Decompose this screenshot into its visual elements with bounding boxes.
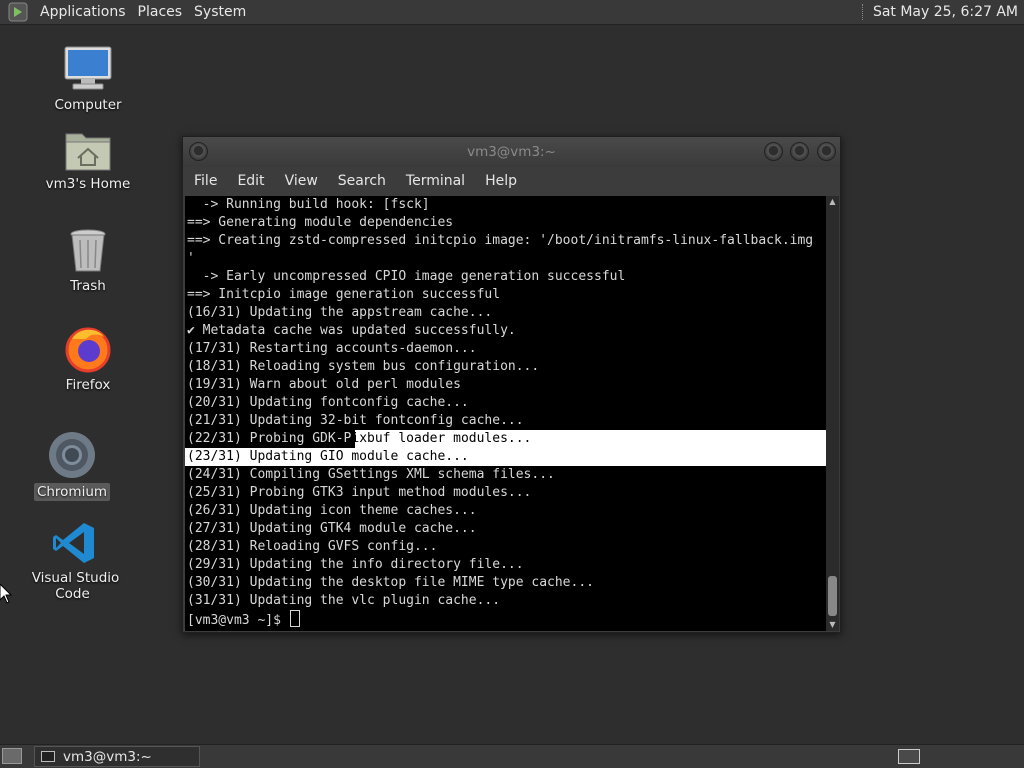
terminal-line: (16/31) Updating the appstream cache... <box>187 305 493 320</box>
desktop-icon-trash[interactable]: Trash <box>38 228 138 294</box>
menu-edit[interactable]: Edit <box>227 173 274 189</box>
scroll-up-arrow-icon[interactable]: ▲ <box>826 196 839 208</box>
computer-icon <box>64 46 112 90</box>
terminal-line: (25/31) Probing GTK3 input method module… <box>187 485 532 500</box>
bottom-panel: vm3@vm3:~ <box>0 744 1024 768</box>
vscode-icon <box>53 523 94 563</box>
taskbar-item-terminal[interactable]: vm3@vm3:~ <box>34 746 200 767</box>
maximize-button[interactable] <box>790 142 809 161</box>
system-menu[interactable]: System <box>188 4 252 20</box>
terminal-line: (26/31) Updating icon theme caches... <box>187 503 477 518</box>
terminal-line: ==> Creating zstd-compressed initcpio im… <box>187 233 814 248</box>
distro-logo-icon[interactable] <box>8 2 28 22</box>
places-menu[interactable]: Places <box>132 4 189 20</box>
terminal-line: ==> Generating module dependencies <box>187 215 454 230</box>
terminal-line: (17/31) Restarting accounts-daemon... <box>187 341 477 356</box>
terminal-line: (22/31) Probing GDK-Pixbuf loader module… <box>187 430 531 448</box>
terminal-line: (23/31) Updating GIO module cache... <box>187 449 469 464</box>
window-title: vm3@vm3:~ <box>467 144 556 160</box>
menu-terminal[interactable]: Terminal <box>396 173 475 189</box>
terminal-line-selected: ixbuf loader modules... <box>351 431 532 446</box>
clock[interactable]: Sat May 25, 6:27 AM <box>873 4 1018 20</box>
text-cursor <box>289 610 300 627</box>
mouse-pointer-icon <box>0 584 12 604</box>
terminal-line: ' <box>187 251 195 266</box>
menu-search[interactable]: Search <box>328 173 396 189</box>
scrollbar-thumb[interactable] <box>828 576 837 616</box>
terminal-line: (19/31) Warn about old perl modules <box>187 377 461 392</box>
terminal-line: (24/31) Compiling GSettings XML schema f… <box>187 467 555 482</box>
terminal-line: (18/31) Reloading system bus configurati… <box>187 359 540 374</box>
panel-separator <box>861 4 865 20</box>
close-button[interactable] <box>817 142 836 161</box>
terminal-prompt-line[interactable]: [vm3@vm3 ~]$ <box>187 610 300 628</box>
terminal-line: (28/31) Reloading GVFS config... <box>187 539 438 554</box>
terminal-line: ✔ Metadata cache was updated successfull… <box>187 323 516 338</box>
terminal-line: (30/31) Updating the desktop file MIME t… <box>187 575 594 590</box>
terminal-scrollbar[interactable]: ▲ ▼ <box>826 196 839 631</box>
terminal-line: -> Early uncompressed CPIO image generat… <box>187 269 626 284</box>
terminal-line: ==> Initcpio image generation successful <box>187 287 501 302</box>
desktop-icon-label: Trash <box>70 278 106 294</box>
terminal-line: (21/31) Updating 32-bit fontconfig cache… <box>187 413 524 428</box>
menu-file[interactable]: File <box>183 173 227 189</box>
minimize-button[interactable] <box>764 142 783 161</box>
menu-view[interactable]: View <box>275 173 328 189</box>
terminal-menubar: File Edit View Search Terminal Help <box>183 167 840 195</box>
terminal-line: (27/31) Updating GTK4 module cache... <box>187 521 477 536</box>
terminal-window-icon <box>41 751 55 762</box>
window-titlebar[interactable]: vm3@vm3:~ <box>183 137 840 167</box>
terminal-line: (31/31) Updating the vlc plugin cache... <box>187 593 501 608</box>
firefox-icon <box>65 327 111 373</box>
applications-menu[interactable]: Applications <box>34 4 132 20</box>
menu-help[interactable]: Help <box>475 173 527 189</box>
desktop-icon-computer[interactable]: Computer <box>38 45 138 113</box>
desktop-icon-firefox[interactable]: Firefox <box>38 325 138 393</box>
terminal-line: (20/31) Updating fontconfig cache... <box>187 395 469 410</box>
terminal-line-unselected: (22/31) Probing GDK-P <box>187 431 352 446</box>
desktop-icon-label: Visual Studio Code <box>31 570 120 602</box>
desktop-icon-label: Firefox <box>65 377 111 393</box>
terminal-line: (29/31) Updating the info directory file… <box>187 557 524 572</box>
taskbar-item-label: vm3@vm3:~ <box>63 748 152 765</box>
top-panel: Applications Places System Sat May 25, 6… <box>0 0 1024 25</box>
scroll-down-arrow-icon[interactable]: ▼ <box>826 619 839 631</box>
terminal-line: -> Running build hook: [fsck] <box>187 197 430 212</box>
desktop-icon-vscode[interactable]: Visual Studio Code <box>14 520 134 602</box>
desktop-icon-label: Computer <box>54 97 122 113</box>
desktop-icon-home[interactable]: vm3's Home <box>38 128 138 192</box>
shell-prompt: [vm3@vm3 ~]$ <box>187 613 289 628</box>
desktop-icon-label: Chromium <box>33 483 111 501</box>
workspace-switcher[interactable] <box>898 749 920 764</box>
terminal-window[interactable]: vm3@vm3:~ File Edit View Search Terminal… <box>182 136 841 633</box>
home-folder-icon <box>65 133 111 171</box>
show-desktop-icon[interactable] <box>2 748 22 764</box>
terminal-output[interactable]: -> Running build hook: [fsck] ==> Genera… <box>185 196 827 631</box>
desktop-icon-chromium[interactable]: Chromium <box>22 430 122 501</box>
trash-icon <box>70 229 106 272</box>
desktop-icon-label: vm3's Home <box>45 176 131 192</box>
chromium-icon <box>49 432 95 478</box>
